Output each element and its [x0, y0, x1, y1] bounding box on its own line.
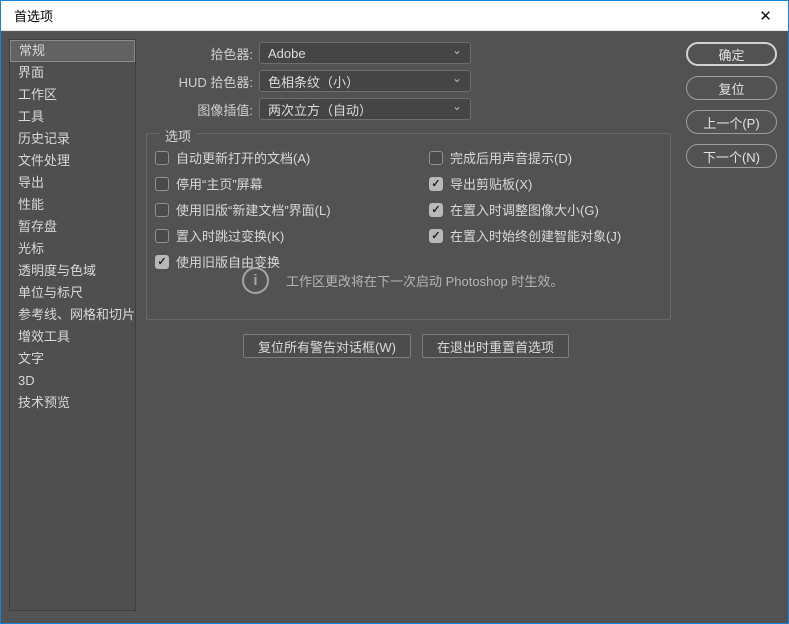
sidebar-item[interactable]: 常规: [10, 40, 135, 62]
checkbox-row[interactable]: 自动更新打开的文档(A): [155, 148, 331, 167]
sidebar-item[interactable]: 文件处理: [10, 150, 135, 172]
sidebar-item[interactable]: 工具: [10, 106, 135, 128]
sidebar-item[interactable]: 界面: [10, 62, 135, 84]
checkbox-row[interactable]: ✓ 导出剪贴板(X): [429, 174, 621, 193]
hud-color-picker-label: HUD 拾色器:: [178, 74, 253, 90]
checkbox-label: 完成后用声音提示(D): [450, 151, 573, 166]
checkbox-row[interactable]: 完成后用声音提示(D): [429, 148, 621, 167]
chevron-down-icon: ⌄: [451, 99, 462, 113]
hud-color-picker-row: HUD 拾色器: 色相条纹（小） ⌄: [151, 70, 471, 92]
image-interpolation-row: 图像插值: 两次立方（自动） ⌄: [151, 98, 471, 120]
sidebar-item[interactable]: 工作区: [10, 84, 135, 106]
sidebar-item[interactable]: 暂存盘: [10, 216, 135, 238]
hud-color-picker-select[interactable]: 色相条纹（小） ⌄: [259, 70, 471, 92]
sidebar-item[interactable]: 增效工具: [10, 326, 135, 348]
chevron-down-icon: ⌄: [451, 43, 462, 57]
sidebar-item[interactable]: 技术预览: [10, 392, 135, 414]
image-interpolation-select[interactable]: 两次立方（自动） ⌄: [259, 98, 471, 120]
sidebar-item[interactable]: 导出: [10, 172, 135, 194]
action-button[interactable]: 确定: [686, 42, 777, 66]
checkbox[interactable]: [155, 228, 169, 243]
action-button[interactable]: 复位: [686, 76, 777, 100]
checkbox[interactable]: [155, 150, 169, 165]
options-col-left: 自动更新打开的文档(A) 停用“主页”屏幕使用旧版“新建文档”界面(L) 置入时跳过…: [155, 148, 331, 278]
checkbox-row[interactable]: 置入时跳过变换(K): [155, 226, 331, 245]
checkbox-row[interactable]: 停用“主页”屏幕: [155, 174, 331, 193]
dialog-title: 首选项: [14, 9, 54, 24]
checkbox[interactable]: [155, 202, 169, 217]
checkbox-label: 在置入时始终创建智能对象(J): [450, 229, 622, 244]
checkbox[interactable]: ✓: [429, 202, 443, 217]
checkbox-label: 停用“主页”屏幕: [176, 177, 263, 192]
checkbox-row[interactable]: ✓ 在置入时始终创建智能对象(J): [429, 226, 621, 245]
color-picker-label: 拾色器:: [210, 46, 253, 62]
color-picker-row: 拾色器: Adobe ⌄: [151, 42, 471, 64]
info-row: i 工作区更改将在下一次启动 Photoshop 时生效。: [242, 267, 563, 294]
sidebar-list: 常规 界面 工作区 工具 历史记录 文件处理 导出 性能 暂存盘 光标 透明度与色域 单位与标尺 参考线…: [9, 39, 136, 611]
sidebar-item[interactable]: 参考线、网格和切片: [10, 304, 135, 326]
color-picker-select[interactable]: Adobe ⌄: [259, 42, 471, 64]
options-group: 选项 自动更新打开的文档(A) 停用“主页”屏幕使用旧版“新建文档”界面(L) 置入…: [146, 126, 671, 320]
image-interpolation-label: 图像插值:: [197, 102, 253, 118]
sidebar-item[interactable]: 单位与标尺: [10, 282, 135, 304]
dialog-body: 常规 界面 工作区 工具 历史记录 文件处理 导出 性能 暂存盘 光标 透明度与色域 单位与标尺 参考线…: [1, 31, 788, 623]
checkbox[interactable]: [429, 150, 443, 165]
checkbox[interactable]: ✓: [429, 176, 443, 191]
checkbox[interactable]: ✓: [155, 254, 169, 269]
sidebar-item[interactable]: 性能: [10, 194, 135, 216]
footer-button[interactable]: 复位所有警告对话框(W): [243, 334, 411, 358]
checkbox[interactable]: ✓: [429, 228, 443, 243]
footer-buttons: 复位所有警告对话框(W) 在退出时重置首选项: [243, 334, 569, 358]
close-icon[interactable]: ✕: [743, 1, 788, 31]
checkbox-row[interactable]: 使用旧版“新建文档”界面(L): [155, 200, 331, 219]
sidebar-item[interactable]: 文字: [10, 348, 135, 370]
checkbox-label: 自动更新打开的文档(A): [176, 151, 311, 166]
action-buttons: 确定复位上一个(P) 下一个(N): [686, 42, 777, 178]
footer-button[interactable]: 在退出时重置首选项: [421, 334, 569, 358]
info-icon: i: [242, 267, 269, 294]
sidebar-item[interactable]: 透明度与色域: [10, 260, 135, 282]
sidebar-item[interactable]: 3D: [10, 370, 135, 392]
checkbox[interactable]: [155, 176, 169, 191]
hud-color-picker-value: 色相条纹（小）: [268, 74, 360, 90]
checkbox-label: 在置入时调整图像大小(G): [450, 203, 599, 218]
color-picker-value: Adobe: [268, 45, 306, 61]
options-col-right: 完成后用声音提示(D) ✓ 导出剪贴板(X) ✓ 在置入时调整图像大小(G) ✓ 在置入时始…: [429, 148, 621, 252]
checkbox-label: 导出剪贴板(X): [450, 177, 533, 192]
action-button[interactable]: 下一个(N): [686, 144, 777, 168]
action-button[interactable]: 上一个(P): [686, 110, 777, 134]
image-interpolation-value: 两次立方（自动）: [268, 102, 373, 118]
titlebar: 首选项 ✕: [1, 1, 788, 31]
sidebar-item[interactable]: 光标: [10, 238, 135, 260]
options-legend: 选项: [160, 126, 197, 145]
preferences-dialog: 首选项 ✕ 常规 界面 工作区 工具 历史记录 文件处理 导出 性能 暂存盘 光标 透明度与色域 单位…: [0, 0, 789, 624]
checkbox-row[interactable]: ✓ 在置入时调整图像大小(G): [429, 200, 621, 219]
sidebar-item[interactable]: 历史记录: [10, 128, 135, 150]
info-text: 工作区更改将在下一次启动 Photoshop 时生效。: [286, 274, 564, 289]
checkbox-label: 置入时跳过变换(K): [176, 229, 285, 244]
chevron-down-icon: ⌄: [451, 71, 462, 85]
checkbox-label: 使用旧版“新建文档”界面(L): [176, 203, 331, 218]
